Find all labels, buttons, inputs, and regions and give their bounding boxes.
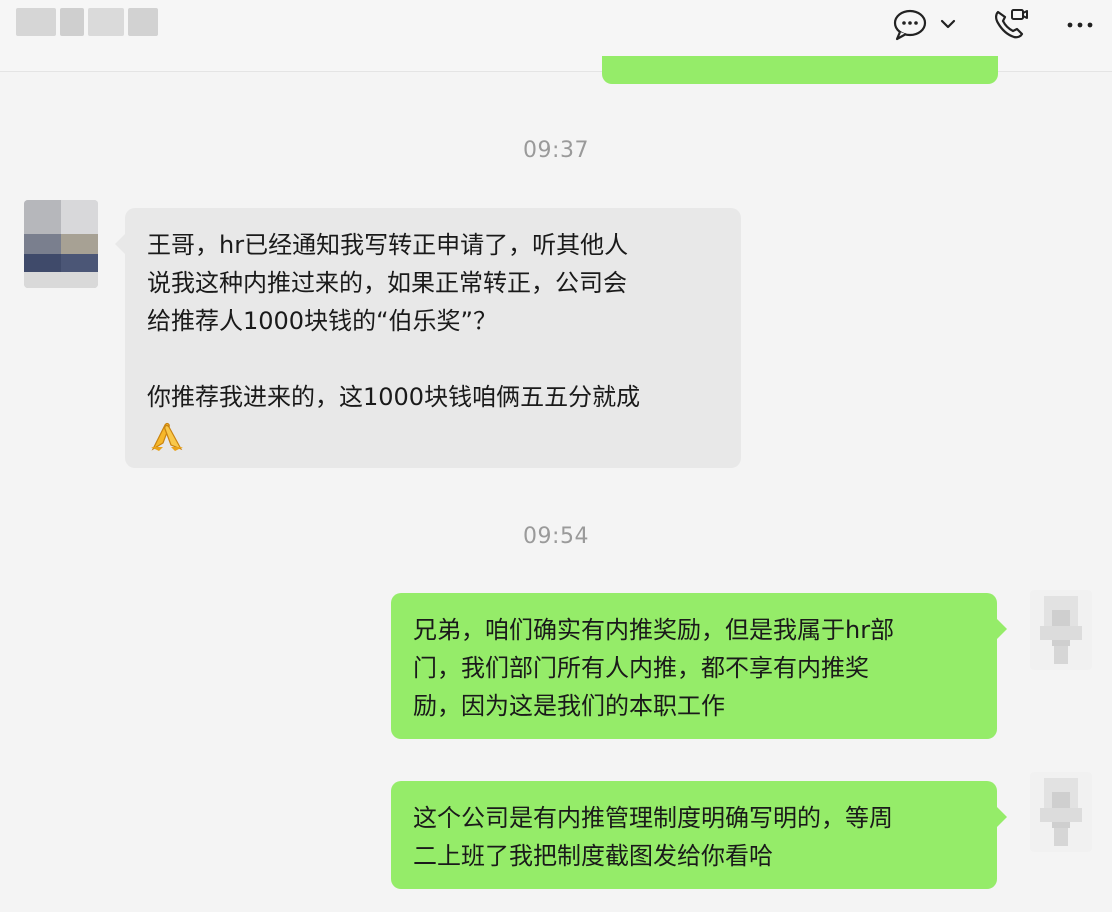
message-line: 兄弟，咱们确实有内推奖励，但是我属于hr部 bbox=[413, 616, 895, 644]
folded-hands-emoji bbox=[151, 422, 183, 451]
more-icon[interactable] bbox=[1060, 6, 1100, 42]
own-avatar[interactable] bbox=[1030, 590, 1092, 670]
chevron-down-icon[interactable] bbox=[938, 6, 958, 42]
incoming-message-bubble[interactable]: 王哥，hr已经通知我写转正申请了，听其他人 说我这种内推过来的，如果正常转正，公… bbox=[115, 208, 741, 468]
message-line: 王哥，hr已经通知我写转正申请了，听其他人 bbox=[147, 231, 629, 259]
previous-outgoing-bubble bbox=[602, 56, 998, 84]
message-line: 励，因为这是我们的本职工作 bbox=[413, 692, 725, 720]
outgoing-message-bubble[interactable]: 这个公司是有内推管理制度明确写明的，等周 二上班了我把制度截图发给你看哈 bbox=[391, 781, 1007, 889]
phone-video-icon[interactable] bbox=[990, 6, 1030, 42]
avatar[interactable] bbox=[24, 200, 98, 288]
timestamp: 09:37 bbox=[523, 138, 589, 163]
message-line: 说我这种内推过来的，如果正常转正，公司会 bbox=[147, 269, 627, 297]
contact-name-blurred bbox=[16, 8, 166, 36]
message-line: 这个公司是有内推管理制度明确写明的，等周 bbox=[413, 804, 893, 832]
timestamp: 09:54 bbox=[523, 524, 589, 549]
message-line: 门，我们部门所有人内推，都不享有内推奖 bbox=[413, 654, 869, 682]
chat-window: 09:37 王哥，hr已经通知我写转正申请了，听其他人 说我这种内推过来的，如果… bbox=[0, 0, 1112, 912]
outgoing-message-bubble[interactable]: 兄弟，咱们确实有内推奖励，但是我属于hr部 门，我们部门所有人内推，都不享有内推… bbox=[391, 593, 1007, 739]
message-line: 给推荐人1000块钱的“伯乐奖”？ bbox=[147, 307, 497, 335]
message-line: 二上班了我把制度截图发给你看哈 bbox=[413, 842, 773, 870]
chat-bubble-icon[interactable] bbox=[890, 6, 930, 42]
own-avatar[interactable] bbox=[1030, 772, 1092, 852]
message-line: 你推荐我进来的，这1000块钱咱俩五五分就成 bbox=[147, 383, 641, 411]
